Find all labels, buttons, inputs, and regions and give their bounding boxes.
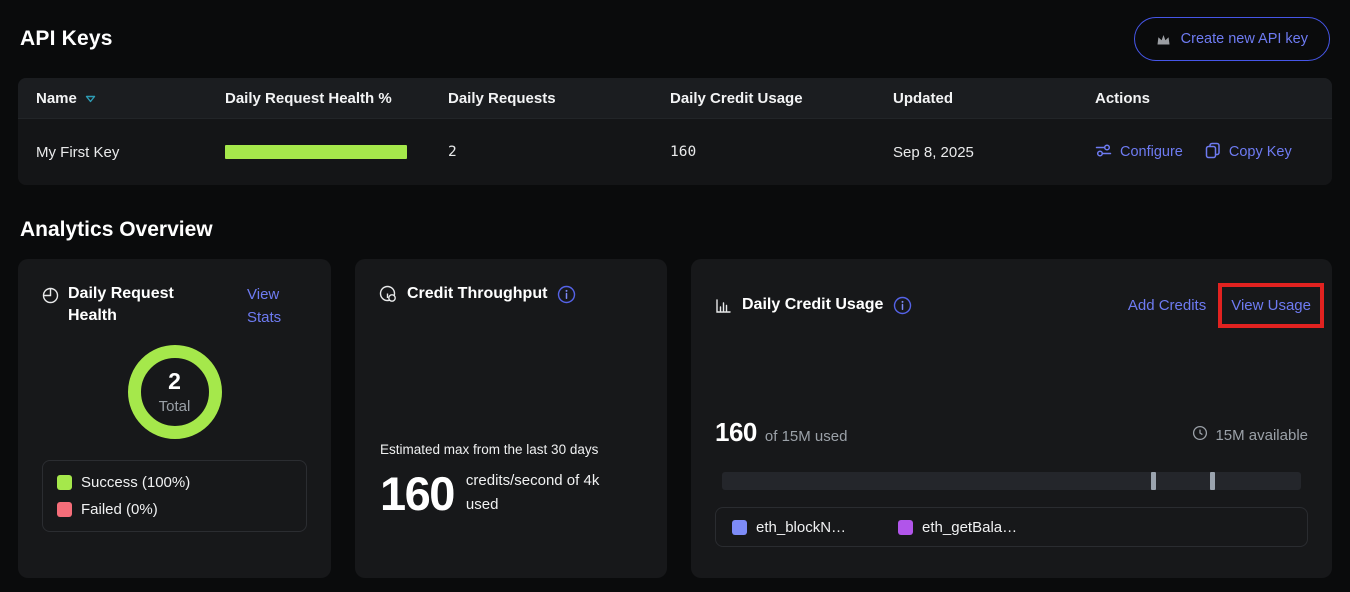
api-key-name: My First Key xyxy=(36,144,225,161)
add-credits-link[interactable]: Add Credits xyxy=(1128,294,1206,317)
bar-chart-icon xyxy=(715,298,732,314)
daily-requests-value: 2 xyxy=(448,144,670,160)
usage-tick xyxy=(1151,472,1156,490)
column-header-name[interactable]: Name xyxy=(36,90,225,107)
health-bar-cell xyxy=(225,145,448,159)
gauge-icon xyxy=(379,285,397,303)
daily-request-health-card: Daily Request Health View Stats 2 Total … xyxy=(18,259,331,578)
legend-item-success: Success (100%) xyxy=(57,474,292,491)
credits-used-value: 160 xyxy=(715,417,757,448)
table-header-row: Name Daily Request Health % Daily Reques… xyxy=(18,78,1332,118)
view-stats-link[interactable]: View Stats xyxy=(247,283,307,330)
health-legend: Success (100%) Failed (0%) xyxy=(42,460,307,532)
credit-usage-bar xyxy=(722,472,1301,490)
create-api-key-button[interactable]: Create new API key xyxy=(1134,17,1330,61)
daily-credit-usage-value: 160 xyxy=(670,144,893,160)
throughput-value: 160 xyxy=(380,470,454,517)
column-header-daily-requests: Daily Requests xyxy=(448,90,670,107)
actions-cell: Configure Copy Key xyxy=(1095,142,1332,163)
credit-throughput-card: Credit Throughput Estimated max from the… xyxy=(355,259,667,578)
api-keys-table: Name Daily Request Health % Daily Reques… xyxy=(18,78,1332,185)
page-title: API Keys xyxy=(20,27,113,51)
column-header-health: Daily Request Health % xyxy=(225,90,448,107)
column-header-actions: Actions xyxy=(1095,90,1332,107)
updated-value: Sep 8, 2025 xyxy=(893,144,1095,161)
failed-swatch xyxy=(57,502,72,517)
legend-item-eth-getbalance: eth_getBala… xyxy=(898,519,1017,536)
analytics-heading: Analytics Overview xyxy=(20,218,1332,242)
copy-key-link[interactable]: Copy Key xyxy=(1205,142,1292,163)
throughput-subtitle: Estimated max from the last 30 days xyxy=(380,442,643,457)
daily-credit-usage-card: Daily Credit Usage Add Credits View Usag… xyxy=(691,259,1332,578)
throughput-unit: credits/second of 4k used xyxy=(466,469,624,517)
legend-item-eth-blocknumber: eth_blockN… xyxy=(732,519,846,536)
column-header-daily-credit-usage: Daily Credit Usage xyxy=(670,90,893,107)
sliders-icon xyxy=(1095,143,1112,162)
donut-chart: 2 Total xyxy=(128,345,222,439)
usage-legend: eth_blockN… eth_getBala… xyxy=(715,507,1308,547)
topbar: API Keys Create new API key xyxy=(18,0,1332,78)
info-icon[interactable] xyxy=(893,296,912,315)
donut-total-label: Total xyxy=(159,398,191,415)
configure-link[interactable]: Configure xyxy=(1095,143,1183,162)
view-usage-link[interactable]: View Usage xyxy=(1231,297,1311,314)
sort-descending-icon[interactable] xyxy=(85,90,96,107)
analytics-cards: Daily Request Health View Stats 2 Total … xyxy=(18,259,1332,578)
card-title: Credit Throughput xyxy=(407,283,547,305)
card-title: Daily Credit Usage xyxy=(742,294,883,316)
create-api-key-label: Create new API key xyxy=(1181,31,1308,47)
credits-used-label: of 15M used xyxy=(765,428,848,445)
table-row: My First Key 2 160 Sep 8, 2025 Configure xyxy=(18,118,1332,185)
success-swatch xyxy=(57,475,72,490)
pie-chart-icon xyxy=(42,287,59,304)
dashboard-page: API Keys Create new API key Name Daily R… xyxy=(0,0,1350,578)
legend-item-failed: Failed (0%) xyxy=(57,501,292,518)
crown-icon xyxy=(1156,33,1171,46)
info-icon[interactable] xyxy=(557,285,576,304)
highlight-box: View Usage xyxy=(1218,283,1324,328)
column-header-updated: Updated xyxy=(893,90,1095,107)
clock-icon xyxy=(1192,425,1208,445)
eth-getbalance-swatch xyxy=(898,520,913,535)
copy-icon xyxy=(1205,142,1221,163)
donut-total-value: 2 xyxy=(168,368,181,395)
card-title: Daily Request Health xyxy=(68,283,182,328)
usage-tick xyxy=(1210,472,1215,490)
eth-blocknumber-swatch xyxy=(732,520,747,535)
credits-available-label: 15M available xyxy=(1215,427,1308,444)
health-bar xyxy=(225,145,407,159)
